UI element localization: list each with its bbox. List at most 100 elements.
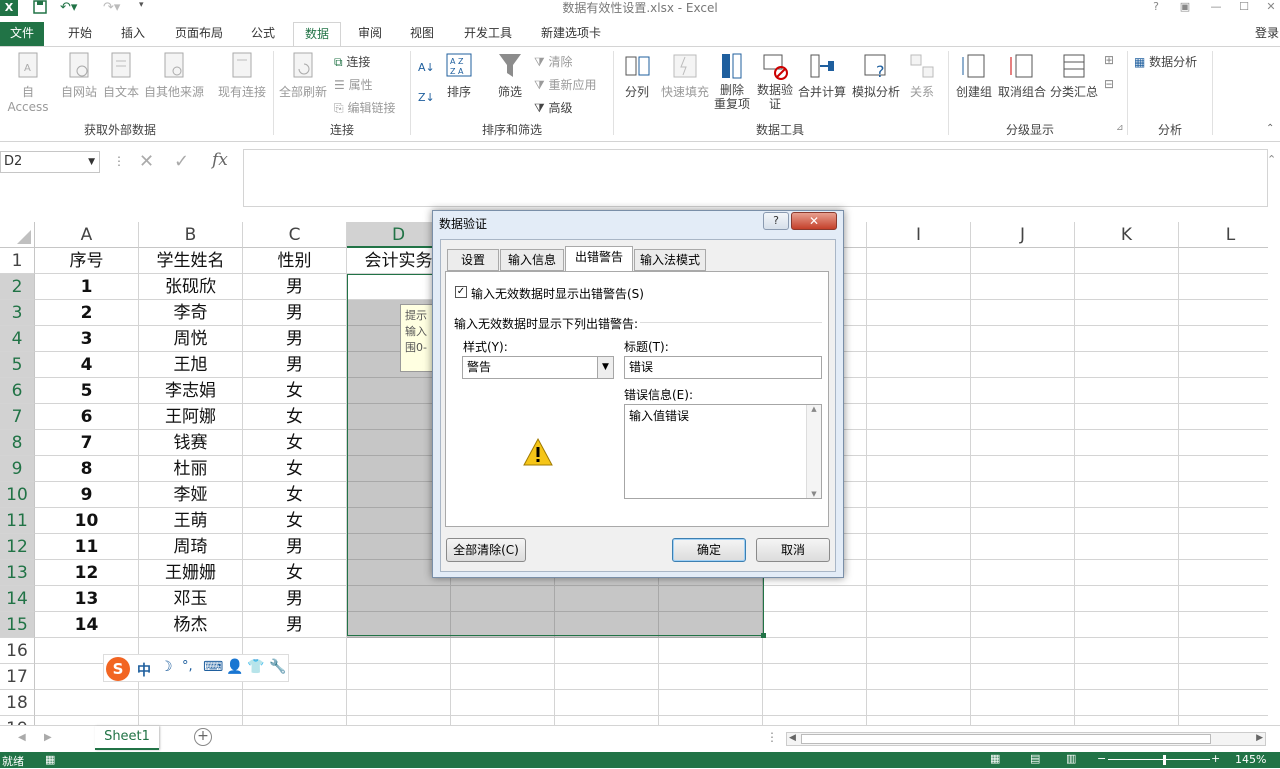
cell[interactable]: 女 bbox=[243, 456, 347, 482]
row-header[interactable]: 2 bbox=[0, 274, 35, 300]
cell[interactable]: 女 bbox=[243, 560, 347, 586]
cell[interactable]: 王旭 bbox=[139, 352, 243, 378]
cell[interactable] bbox=[867, 508, 971, 534]
cell[interactable]: 杨杰 bbox=[139, 612, 243, 638]
cell[interactable]: 杜丽 bbox=[139, 456, 243, 482]
column-header-k[interactable]: K bbox=[1075, 222, 1179, 248]
tab-home[interactable]: 开始 bbox=[60, 22, 100, 46]
cell[interactable] bbox=[867, 300, 971, 326]
cell[interactable]: 李娅 bbox=[139, 482, 243, 508]
keyboard-icon[interactable]: ⌨ bbox=[203, 659, 223, 675]
cell[interactable]: 男 bbox=[243, 612, 347, 638]
cell[interactable] bbox=[867, 638, 971, 664]
cell[interactable] bbox=[971, 638, 1075, 664]
cell[interactable] bbox=[1179, 560, 1268, 586]
cell[interactable] bbox=[867, 716, 971, 725]
cell[interactable] bbox=[1075, 716, 1179, 725]
cell[interactable] bbox=[971, 716, 1075, 725]
cell[interactable]: 14 bbox=[35, 612, 139, 638]
cell[interactable] bbox=[763, 690, 867, 716]
cell[interactable]: 12 bbox=[35, 560, 139, 586]
select-all-corner[interactable] bbox=[0, 222, 35, 248]
cell[interactable]: 11 bbox=[35, 534, 139, 560]
remove-duplicates-button[interactable]: 删除 重复项 bbox=[712, 51, 752, 111]
cell[interactable] bbox=[971, 534, 1075, 560]
sort-button[interactable]: A ZZ A 排序 bbox=[442, 51, 476, 100]
cell[interactable] bbox=[451, 664, 555, 690]
tab-input-message[interactable]: 输入信息 bbox=[500, 249, 564, 271]
tab-error-alert[interactable]: 出错警告 bbox=[565, 246, 633, 272]
cell[interactable] bbox=[1179, 326, 1268, 352]
cell[interactable] bbox=[971, 456, 1075, 482]
cell[interactable] bbox=[35, 690, 139, 716]
cell[interactable] bbox=[35, 716, 139, 725]
cell[interactable] bbox=[971, 326, 1075, 352]
reapply-button[interactable]: ⧩ 重新应用 bbox=[534, 76, 597, 93]
clear-filter-button[interactable]: ⧩ 清除 bbox=[534, 53, 573, 70]
filter-button[interactable]: 筛选 bbox=[492, 51, 528, 100]
sogou-logo-icon[interactable]: S bbox=[106, 657, 130, 681]
half-width-icon[interactable]: ☽ bbox=[160, 659, 173, 675]
zoom-slider[interactable] bbox=[1108, 759, 1210, 760]
title-input[interactable]: 错误 bbox=[624, 356, 822, 379]
ime-language-toggle[interactable]: 中 bbox=[137, 660, 151, 680]
close-window-icon[interactable]: ✕ bbox=[1258, 0, 1280, 16]
cancel-entry-button[interactable]: ✕ bbox=[139, 151, 154, 172]
cell[interactable] bbox=[1075, 690, 1179, 716]
cell[interactable] bbox=[1075, 326, 1179, 352]
new-sheet-button[interactable]: + bbox=[194, 728, 212, 746]
connections-button[interactable]: ⧉ 连接 bbox=[334, 53, 370, 70]
cell[interactable]: 性别 bbox=[243, 248, 347, 274]
page-break-view-icon[interactable]: ▥ bbox=[1066, 752, 1076, 765]
cell[interactable] bbox=[555, 716, 659, 725]
cell[interactable] bbox=[867, 274, 971, 300]
from-web-button[interactable]: 自网站 bbox=[58, 51, 100, 100]
more-options-icon[interactable]: ⋮ bbox=[113, 154, 125, 168]
cell[interactable] bbox=[971, 612, 1075, 638]
cell[interactable]: 女 bbox=[243, 508, 347, 534]
cell[interactable] bbox=[763, 638, 867, 664]
sign-in-link[interactable]: 登录 bbox=[1255, 22, 1280, 46]
cell[interactable]: 王姗姗 bbox=[139, 560, 243, 586]
enter-entry-button[interactable]: ✓ bbox=[174, 151, 189, 172]
cell[interactable] bbox=[1075, 456, 1179, 482]
row-header[interactable]: 1 bbox=[0, 248, 35, 274]
user-icon[interactable]: 👤 bbox=[226, 659, 243, 675]
cell[interactable] bbox=[555, 638, 659, 664]
cell[interactable] bbox=[1179, 664, 1268, 690]
cell[interactable] bbox=[867, 456, 971, 482]
cell[interactable]: 男 bbox=[243, 586, 347, 612]
dialog-help-button[interactable]: ? bbox=[763, 212, 789, 230]
cell[interactable] bbox=[1075, 248, 1179, 274]
skin-icon[interactable]: 👕 bbox=[247, 659, 264, 675]
cell[interactable] bbox=[1075, 586, 1179, 612]
cell[interactable]: 男 bbox=[243, 300, 347, 326]
scroll-up-icon[interactable]: ▲ bbox=[807, 405, 821, 413]
tab-settings[interactable]: 设置 bbox=[447, 249, 499, 271]
what-if-analysis-button[interactable]: ? 模拟分析 bbox=[850, 51, 902, 100]
row-header[interactable]: 14 bbox=[0, 586, 35, 612]
cell[interactable]: 13 bbox=[35, 586, 139, 612]
row-header[interactable]: 12 bbox=[0, 534, 35, 560]
zoom-slider-thumb[interactable] bbox=[1163, 755, 1166, 765]
cell[interactable] bbox=[1075, 378, 1179, 404]
cell[interactable]: 序号 bbox=[35, 248, 139, 274]
cell[interactable]: 6 bbox=[35, 404, 139, 430]
column-header-i[interactable]: I bbox=[867, 222, 971, 248]
name-box-dropdown-icon[interactable]: ▼ bbox=[88, 152, 95, 172]
cell[interactable] bbox=[867, 586, 971, 612]
collapse-ribbon-icon[interactable]: ⌃ bbox=[1266, 123, 1274, 134]
cell[interactable]: 5 bbox=[35, 378, 139, 404]
cell[interactable]: 女 bbox=[243, 430, 347, 456]
cell[interactable]: 张砚欣 bbox=[139, 274, 243, 300]
cell[interactable] bbox=[867, 352, 971, 378]
scroll-tabs-right-icon[interactable]: ▶ bbox=[44, 732, 52, 743]
message-scrollbar[interactable]: ▲ ▼ bbox=[806, 405, 821, 498]
maximize-icon[interactable]: ☐ bbox=[1231, 0, 1257, 16]
cell[interactable] bbox=[1075, 560, 1179, 586]
cell[interactable]: 9 bbox=[35, 482, 139, 508]
splitter-icon[interactable]: ⋮ bbox=[766, 730, 778, 744]
style-select-dropdown-icon[interactable]: ▼ bbox=[597, 357, 613, 378]
cell[interactable] bbox=[971, 404, 1075, 430]
cell[interactable] bbox=[867, 404, 971, 430]
